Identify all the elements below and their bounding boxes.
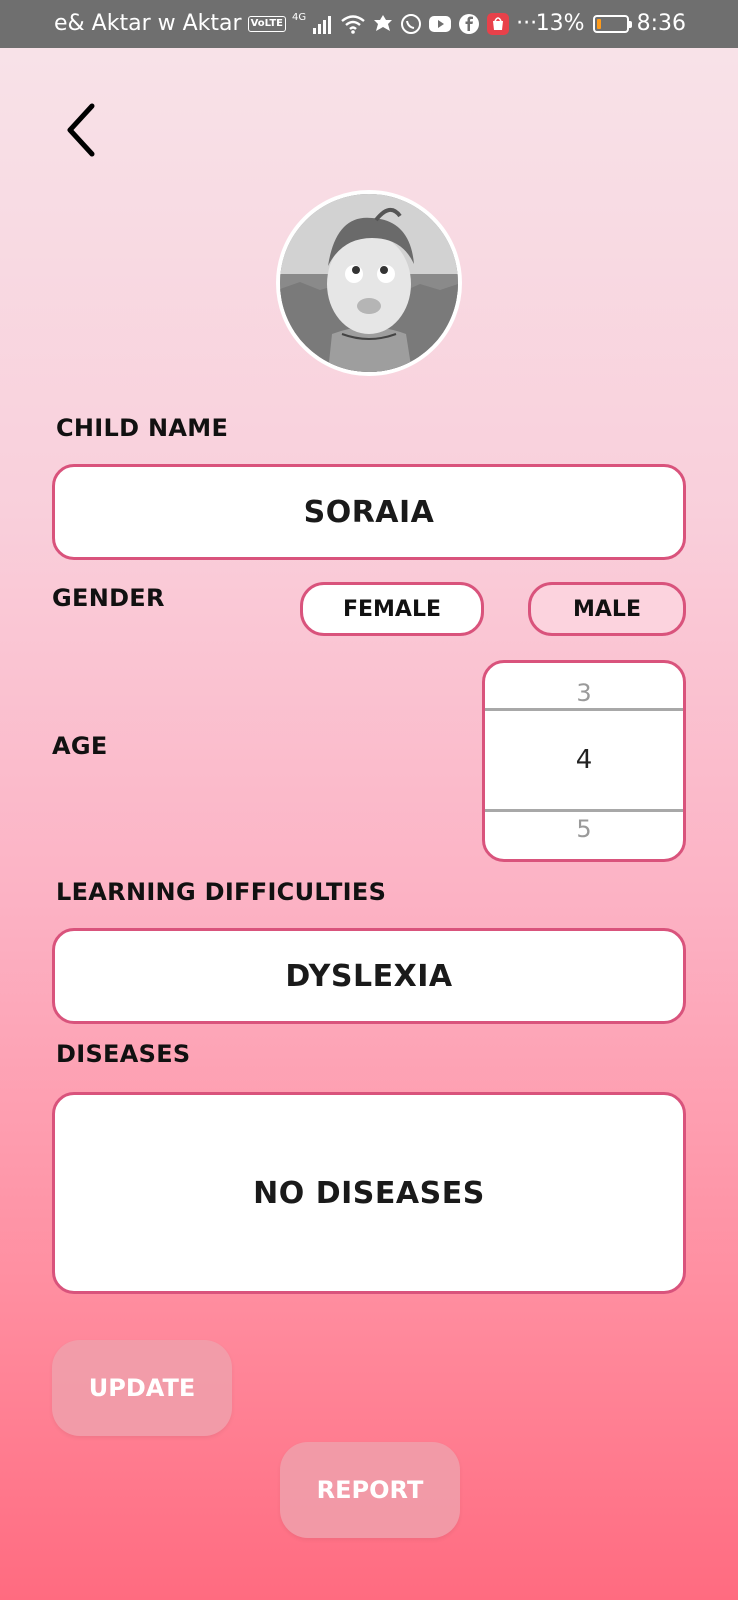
gender-label: GENDER — [52, 584, 165, 612]
signal-icon — [312, 12, 334, 36]
learning-difficulties-label: LEARNING DIFFICULTIES — [56, 878, 387, 906]
age-option-previous[interactable]: 3 — [485, 679, 683, 707]
age-option-selected[interactable]: 4 — [485, 745, 683, 775]
child-profile-screen: CHILD NAME SORAIA GENDER FEMALE MALE AGE… — [0, 48, 738, 1600]
child-name-label: CHILD NAME — [56, 414, 229, 442]
whatsapp-icon — [400, 12, 422, 36]
back-button[interactable] — [60, 100, 104, 160]
wifi-icon — [340, 12, 366, 36]
gender-male-option[interactable]: MALE — [528, 582, 686, 636]
gender-female-option[interactable]: FEMALE — [300, 582, 484, 636]
child-avatar[interactable] — [276, 190, 462, 376]
shopping-app-icon — [486, 12, 510, 36]
learning-difficulties-field[interactable]: DYSLEXIA — [52, 928, 686, 1024]
network-type: 4G — [292, 12, 307, 23]
battery-icon — [592, 14, 632, 33]
volte-label: VoLTE — [247, 15, 286, 32]
status-bar: e& Aktar w Aktar VoLTE 4G ··· 13% 8:36 — [0, 0, 738, 48]
status-bar-left: e& Aktar w Aktar VoLTE 4G ··· — [54, 11, 537, 36]
child-name-field[interactable]: SORAIA — [52, 464, 686, 560]
facebook-icon — [458, 12, 480, 36]
child-photo — [280, 194, 458, 372]
diseases-field[interactable]: NO DISEASES — [52, 1092, 686, 1294]
age-option-next[interactable]: 5 — [485, 815, 683, 843]
picker-divider-top — [485, 708, 683, 711]
report-button[interactable]: REPORT — [280, 1442, 460, 1538]
battery-percent: 13% — [535, 11, 585, 36]
diseases-label: DISEASES — [56, 1040, 191, 1068]
volte-icon: VoLTE — [247, 12, 286, 36]
notification-icon — [372, 12, 394, 36]
age-label: AGE — [52, 732, 108, 760]
battery-fill — [596, 18, 601, 29]
more-notifications: ··· — [516, 11, 538, 36]
carrier-name: e& Aktar w Aktar — [54, 11, 242, 36]
status-bar-right: 13% 8:36 — [536, 11, 686, 36]
update-button[interactable]: UPDATE — [52, 1340, 232, 1436]
youtube-icon — [428, 12, 452, 36]
back-arrow-icon — [67, 103, 95, 157]
picker-divider-bottom — [485, 809, 683, 812]
age-picker[interactable]: 3 4 5 — [482, 660, 686, 862]
clock: 8:36 — [636, 11, 686, 36]
